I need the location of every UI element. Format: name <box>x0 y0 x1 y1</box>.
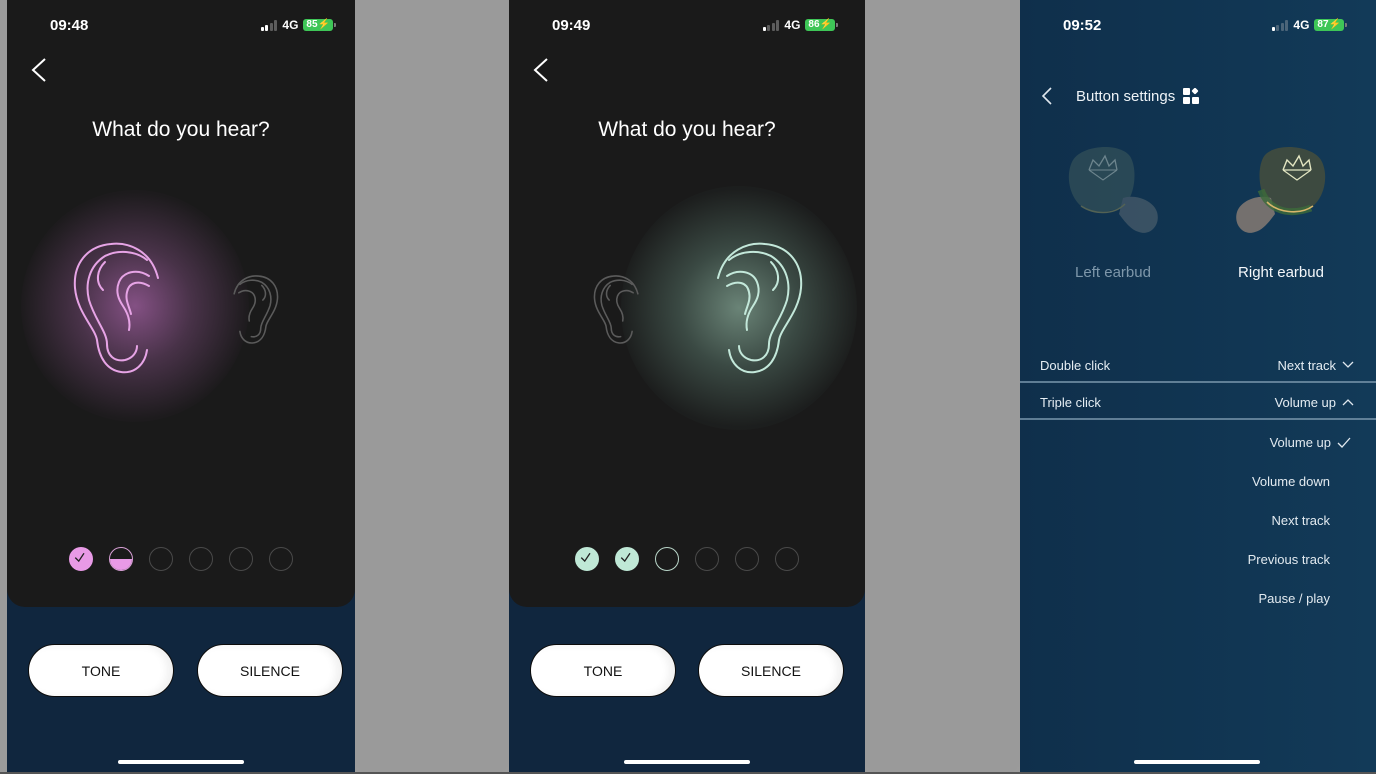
network-label: 4G <box>1293 18 1310 32</box>
status-time: 09:52 <box>1063 17 1102 34</box>
back-chevron-icon[interactable] <box>29 57 49 83</box>
setting-value: Volume up <box>1274 394 1336 410</box>
right-earbud-label: Right earbud <box>1238 264 1324 281</box>
right-earbud-image <box>1236 146 1326 233</box>
option-pause-play[interactable]: Pause / play <box>1258 591 1330 606</box>
left-earbud-selector[interactable]: Left earbud <box>1053 140 1173 281</box>
progress-step-done <box>575 547 599 571</box>
page-title: Button settings <box>1076 87 1176 105</box>
hearing-test-screen-right: 09:49 4G 86⚡ What do you hear? TONE SILE… <box>509 0 865 772</box>
progress-step-current <box>109 547 133 571</box>
chevron-down-icon <box>1342 361 1354 368</box>
battery-level: 86 <box>808 19 820 30</box>
status-time: 09:48 <box>50 17 89 34</box>
signal-icon <box>1271 19 1289 31</box>
progress-step <box>695 547 719 571</box>
progress-step-done <box>615 547 639 571</box>
page-title: What do you hear? <box>92 118 270 141</box>
option-label: Volume up <box>1269 435 1331 450</box>
progress-step <box>735 547 759 571</box>
right-ear-icon-active <box>717 242 803 374</box>
left-earbud-label: Left earbud <box>1075 264 1151 281</box>
progress-dots <box>7 547 355 571</box>
widgets-icon[interactable] <box>1183 88 1200 104</box>
page-header: Button settings <box>1038 84 1376 108</box>
back-chevron-icon[interactable] <box>1038 85 1058 107</box>
check-icon <box>74 552 85 563</box>
progress-step-current <box>655 547 679 571</box>
check-icon <box>580 552 591 563</box>
battery-level: 87 <box>1317 19 1329 30</box>
setting-label: Double click <box>1040 357 1111 373</box>
signal-icon <box>260 19 278 31</box>
silence-button[interactable]: SILENCE <box>698 644 844 697</box>
row-divider <box>1020 381 1376 383</box>
progress-step <box>269 547 293 571</box>
page-title: What do you hear? <box>598 118 776 141</box>
network-label: 4G <box>784 18 801 32</box>
battery-indicator: 86⚡ <box>805 19 838 31</box>
button-settings-screen: 09:52 4G 87⚡ Button settings Left earbud… <box>1020 0 1376 772</box>
row-divider <box>1020 418 1376 420</box>
option-volume-down[interactable]: Volume down <box>1252 474 1330 489</box>
progress-step <box>229 547 253 571</box>
gap-panel <box>865 0 1020 772</box>
tone-button[interactable]: TONE <box>28 644 174 697</box>
back-chevron-icon[interactable] <box>531 57 551 83</box>
tone-button[interactable]: TONE <box>530 644 676 697</box>
right-ear-icon-inactive <box>233 275 279 344</box>
left-earbud-image <box>1068 146 1158 233</box>
home-indicator[interactable] <box>624 760 750 764</box>
progress-step <box>775 547 799 571</box>
option-volume-up[interactable]: Volume up <box>1270 435 1351 450</box>
battery-level: 85 <box>306 19 318 30</box>
check-icon <box>1337 437 1351 448</box>
option-next-track[interactable]: Next track <box>1271 513 1330 528</box>
home-indicator[interactable] <box>1134 760 1260 764</box>
status-bar: 09:49 4G 86⚡ <box>509 15 865 35</box>
setting-value: Next track <box>1277 357 1336 373</box>
network-label: 4G <box>282 18 299 32</box>
screenshot-collage: 09:48 4G 85⚡ What do you hear? TONE SILE… <box>0 0 1376 774</box>
double-click-setting[interactable]: Double click Next track <box>1020 347 1376 383</box>
right-earbud-selector[interactable]: Right earbud <box>1221 140 1341 281</box>
setting-label: Triple click <box>1040 394 1101 410</box>
hearing-test-screen-left: 09:48 4G 85⚡ What do you hear? TONE SILE… <box>7 0 355 772</box>
silence-button[interactable]: SILENCE <box>197 644 343 697</box>
gap-panel <box>355 0 509 772</box>
left-ear-icon-active <box>73 242 159 374</box>
battery-indicator: 87⚡ <box>1314 19 1347 31</box>
signal-icon <box>762 19 780 31</box>
left-ear-icon-inactive <box>593 275 639 344</box>
status-bar: 09:48 4G 85⚡ <box>7 15 355 35</box>
chevron-up-icon <box>1342 399 1354 406</box>
home-indicator[interactable] <box>118 760 244 764</box>
check-icon <box>620 552 631 563</box>
status-time: 09:49 <box>552 17 591 34</box>
option-previous-track[interactable]: Previous track <box>1248 552 1330 567</box>
progress-step-done <box>69 547 93 571</box>
triple-click-setting[interactable]: Triple click Volume up <box>1020 384 1376 420</box>
progress-dots <box>509 547 865 571</box>
status-bar: 09:52 4G 87⚡ <box>1020 15 1376 35</box>
progress-step <box>149 547 173 571</box>
left-edge <box>0 0 7 774</box>
battery-indicator: 85⚡ <box>303 19 336 31</box>
progress-step <box>189 547 213 571</box>
